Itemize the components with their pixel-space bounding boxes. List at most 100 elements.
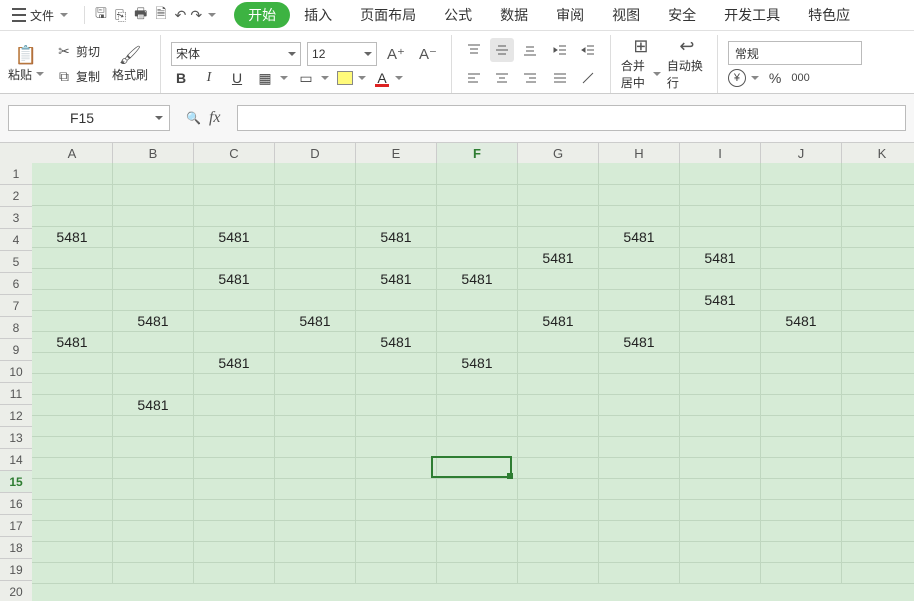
cell-C19[interactable] — [194, 541, 275, 563]
cell-G8[interactable]: 5481 — [518, 310, 599, 332]
chevron-down-icon[interactable] — [208, 13, 216, 17]
row-header-14[interactable]: 14 — [0, 449, 32, 471]
row-header-13[interactable]: 13 — [0, 427, 32, 449]
cell-D9[interactable] — [275, 331, 356, 353]
column-header-J[interactable]: J — [761, 143, 842, 163]
cell-C8[interactable] — [194, 310, 275, 332]
cell-D17[interactable] — [275, 499, 356, 521]
cell-D5[interactable] — [275, 247, 356, 269]
cell-A4[interactable]: 5481 — [32, 226, 113, 248]
row-header-19[interactable]: 19 — [0, 559, 32, 581]
cell-H15[interactable] — [599, 457, 680, 479]
cell-F7[interactable] — [437, 289, 518, 311]
cell-F1[interactable] — [437, 163, 518, 185]
cell-H2[interactable] — [599, 184, 680, 206]
cell-D14[interactable] — [275, 436, 356, 458]
cell-E6[interactable]: 5481 — [356, 268, 437, 290]
cell-F16[interactable] — [437, 478, 518, 500]
column-header-A[interactable]: A — [32, 143, 113, 163]
cell-K3[interactable] — [842, 205, 914, 227]
tab-安全[interactable]: 安全 — [654, 1, 710, 29]
distribute-h-button[interactable] — [548, 66, 572, 90]
currency-button[interactable]: ¥ — [728, 69, 759, 87]
cell-K7[interactable] — [842, 289, 914, 311]
cell-J13[interactable] — [761, 415, 842, 437]
cell-E2[interactable] — [356, 184, 437, 206]
align-middle-button[interactable] — [490, 38, 514, 62]
wrap-text-button[interactable]: ↩ 自动换行 — [667, 37, 707, 91]
cell-A15[interactable] — [32, 457, 113, 479]
cell-G11[interactable] — [518, 373, 599, 395]
cell-G13[interactable] — [518, 415, 599, 437]
cell-A2[interactable] — [32, 184, 113, 206]
cell-A5[interactable] — [32, 247, 113, 269]
cell-J5[interactable] — [761, 247, 842, 269]
cell-B7[interactable] — [113, 289, 194, 311]
cell-J9[interactable] — [761, 331, 842, 353]
cell-D4[interactable] — [275, 226, 356, 248]
cell-K19[interactable] — [842, 541, 914, 563]
cell-H20[interactable] — [599, 562, 680, 584]
cell-C5[interactable] — [194, 247, 275, 269]
cell-G6[interactable] — [518, 268, 599, 290]
cell-E7[interactable] — [356, 289, 437, 311]
column-header-D[interactable]: D — [275, 143, 356, 163]
cell-E4[interactable]: 5481 — [356, 226, 437, 248]
cell-K4[interactable] — [842, 226, 914, 248]
cell-A9[interactable]: 5481 — [32, 331, 113, 353]
cell-style-button[interactable]: ▭ — [296, 70, 329, 87]
align-bottom-button[interactable] — [518, 38, 542, 62]
cell-K11[interactable] — [842, 373, 914, 395]
cell-B5[interactable] — [113, 247, 194, 269]
cell-G18[interactable] — [518, 520, 599, 542]
cell-C10[interactable]: 5481 — [194, 352, 275, 374]
cell-K20[interactable] — [842, 562, 914, 584]
tab-开始[interactable]: 开始 — [234, 2, 290, 28]
name-box[interactable]: F15 — [8, 105, 170, 131]
cell-J6[interactable] — [761, 268, 842, 290]
cell-D3[interactable] — [275, 205, 356, 227]
thousands-button[interactable]: 000 — [791, 72, 809, 84]
cell-K5[interactable] — [842, 247, 914, 269]
cell-B9[interactable] — [113, 331, 194, 353]
cell-H3[interactable] — [599, 205, 680, 227]
cell-G9[interactable] — [518, 331, 599, 353]
cell-H9[interactable]: 5481 — [599, 331, 680, 353]
cell-F4[interactable] — [437, 226, 518, 248]
cell-G20[interactable] — [518, 562, 599, 584]
cell-B13[interactable] — [113, 415, 194, 437]
cell-I1[interactable] — [680, 163, 761, 185]
cell-C17[interactable] — [194, 499, 275, 521]
cell-B14[interactable] — [113, 436, 194, 458]
cell-D20[interactable] — [275, 562, 356, 584]
cell-F10[interactable]: 5481 — [437, 352, 518, 374]
cell-I3[interactable] — [680, 205, 761, 227]
cell-I15[interactable] — [680, 457, 761, 479]
cell-H16[interactable] — [599, 478, 680, 500]
row-header-5[interactable]: 5 — [0, 251, 32, 273]
cell-B4[interactable] — [113, 226, 194, 248]
cell-J12[interactable] — [761, 394, 842, 416]
cell-I7[interactable]: 5481 — [680, 289, 761, 311]
column-header-C[interactable]: C — [194, 143, 275, 163]
cell-G10[interactable] — [518, 352, 599, 374]
cell-B20[interactable] — [113, 562, 194, 584]
cell-E20[interactable] — [356, 562, 437, 584]
formula-input[interactable] — [237, 105, 907, 131]
cell-K16[interactable] — [842, 478, 914, 500]
cell-I11[interactable] — [680, 373, 761, 395]
cell-E19[interactable] — [356, 541, 437, 563]
cell-D18[interactable] — [275, 520, 356, 542]
cell-G1[interactable] — [518, 163, 599, 185]
row-header-3[interactable]: 3 — [0, 207, 32, 229]
cell-I9[interactable] — [680, 331, 761, 353]
font-size-select[interactable]: 12 — [307, 42, 377, 66]
cell-D11[interactable] — [275, 373, 356, 395]
cell-F15[interactable] — [437, 457, 518, 479]
undo-icon[interactable]: ↶ — [175, 7, 187, 24]
cell-D7[interactable] — [275, 289, 356, 311]
column-header-H[interactable]: H — [599, 143, 680, 163]
cell-H12[interactable] — [599, 394, 680, 416]
tab-公式[interactable]: 公式 — [430, 1, 486, 29]
cell-B6[interactable] — [113, 268, 194, 290]
